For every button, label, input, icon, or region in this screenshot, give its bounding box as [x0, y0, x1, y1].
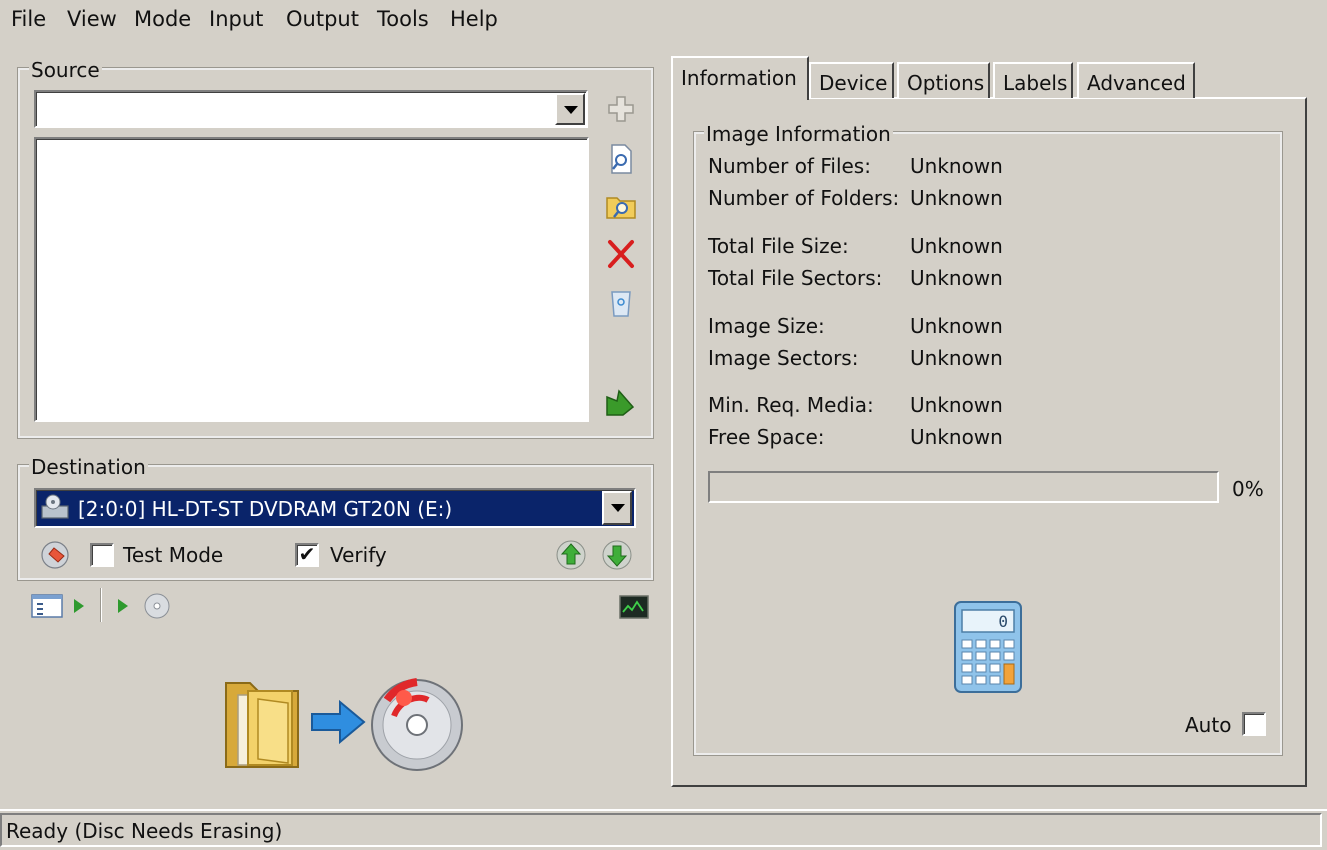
recycle-bin-icon[interactable]	[604, 286, 638, 320]
total-file-size-label: Total File Size:	[708, 234, 849, 258]
status-text: Ready (Disc Needs Erasing)	[6, 819, 283, 843]
image-information-title: Image Information	[704, 122, 893, 146]
status-bar: Ready (Disc Needs Erasing)	[0, 809, 1327, 847]
load-down-icon[interactable]	[600, 538, 634, 572]
status-panel: Ready (Disc Needs Erasing)	[0, 813, 1322, 847]
source-file-list[interactable]	[34, 137, 589, 422]
folder-icon	[225, 682, 299, 768]
menu-tools[interactable]: Tools	[377, 7, 429, 31]
destination-drive-combo[interactable]: [2:0:0] HL-DT-ST DVDRAM GT20N (E:)	[34, 488, 636, 528]
progress-percent-text: 0%	[1232, 477, 1264, 501]
source-group-title: Source	[29, 58, 102, 82]
image-sectors-value: Unknown	[910, 346, 1003, 370]
destination-group-title: Destination	[29, 455, 148, 479]
play-icon[interactable]	[114, 595, 132, 617]
eject-up-icon[interactable]	[554, 538, 588, 572]
source-combo[interactable]	[34, 90, 588, 128]
tab-options[interactable]: Options	[897, 62, 990, 98]
progress-bar	[708, 471, 1219, 503]
disc-drive-icon[interactable]	[142, 590, 176, 624]
free-space-label: Free Space:	[708, 425, 825, 449]
number-of-folders-label: Number of Folders:	[708, 186, 900, 210]
destination-drive-value: [2:0:0] HL-DT-ST DVDRAM GT20N (E:)	[78, 497, 453, 521]
total-file-sectors-value: Unknown	[910, 266, 1003, 290]
total-file-sectors-label: Total File Sectors:	[708, 266, 883, 290]
menu-help[interactable]: Help	[450, 7, 498, 31]
auto-checkbox[interactable]	[1242, 712, 1266, 736]
destination-drive-dropdown-button[interactable]	[602, 491, 632, 525]
build-arrow-icon[interactable]	[603, 385, 637, 419]
image-size-value: Unknown	[910, 314, 1003, 338]
min-req-media-label: Min. Req. Media:	[708, 393, 874, 417]
dvd-drive-icon	[41, 494, 69, 519]
plus-icon[interactable]	[604, 92, 638, 126]
menu-view[interactable]: View	[67, 7, 117, 31]
tab-labels[interactable]: Labels	[993, 62, 1073, 98]
menu-mode[interactable]: Mode	[134, 7, 191, 31]
calculator-display: 0	[998, 612, 1008, 631]
erase-disc-icon[interactable]	[38, 538, 72, 572]
menu-bar: File View Mode Input Output Tools Help	[0, 0, 1327, 40]
tab-information[interactable]: Information	[671, 56, 809, 100]
verify-checkmark: ✔	[298, 542, 316, 566]
menu-input[interactable]: Input	[209, 7, 263, 31]
number-of-folders-value: Unknown	[910, 186, 1003, 210]
browse-folder-icon[interactable]	[604, 189, 638, 223]
test-mode-label: Test Mode	[123, 543, 224, 567]
number-of-files-label: Number of Files:	[708, 154, 871, 178]
test-mode-checkbox[interactable]	[90, 543, 114, 567]
log-window-icon[interactable]	[617, 590, 651, 624]
menu-output[interactable]: Output	[286, 7, 359, 31]
disc-burn-icon	[371, 678, 463, 771]
verify-label: Verify	[330, 543, 387, 567]
queue-list-icon[interactable]	[29, 589, 65, 623]
calculator-icon[interactable]: 0	[952, 600, 1024, 694]
menu-file[interactable]: File	[11, 7, 46, 31]
image-size-label: Image Size:	[708, 314, 825, 338]
tab-advanced[interactable]: Advanced	[1077, 62, 1195, 98]
total-file-size-value: Unknown	[910, 234, 1003, 258]
number-of-files-value: Unknown	[910, 154, 1003, 178]
auto-label: Auto	[1185, 713, 1232, 737]
play-icon[interactable]	[70, 595, 88, 617]
tab-device[interactable]: Device	[809, 62, 894, 98]
toolbar-separator	[100, 588, 102, 622]
browse-file-icon[interactable]	[604, 142, 638, 176]
arrow-right-icon	[311, 699, 366, 745]
source-combo-dropdown-button[interactable]	[555, 93, 585, 125]
remove-icon[interactable]	[604, 236, 638, 270]
verify-checkbox[interactable]: ✔	[295, 543, 319, 567]
min-req-media-value: Unknown	[910, 393, 1003, 417]
free-space-value: Unknown	[910, 425, 1003, 449]
image-sectors-label: Image Sectors:	[708, 346, 859, 370]
